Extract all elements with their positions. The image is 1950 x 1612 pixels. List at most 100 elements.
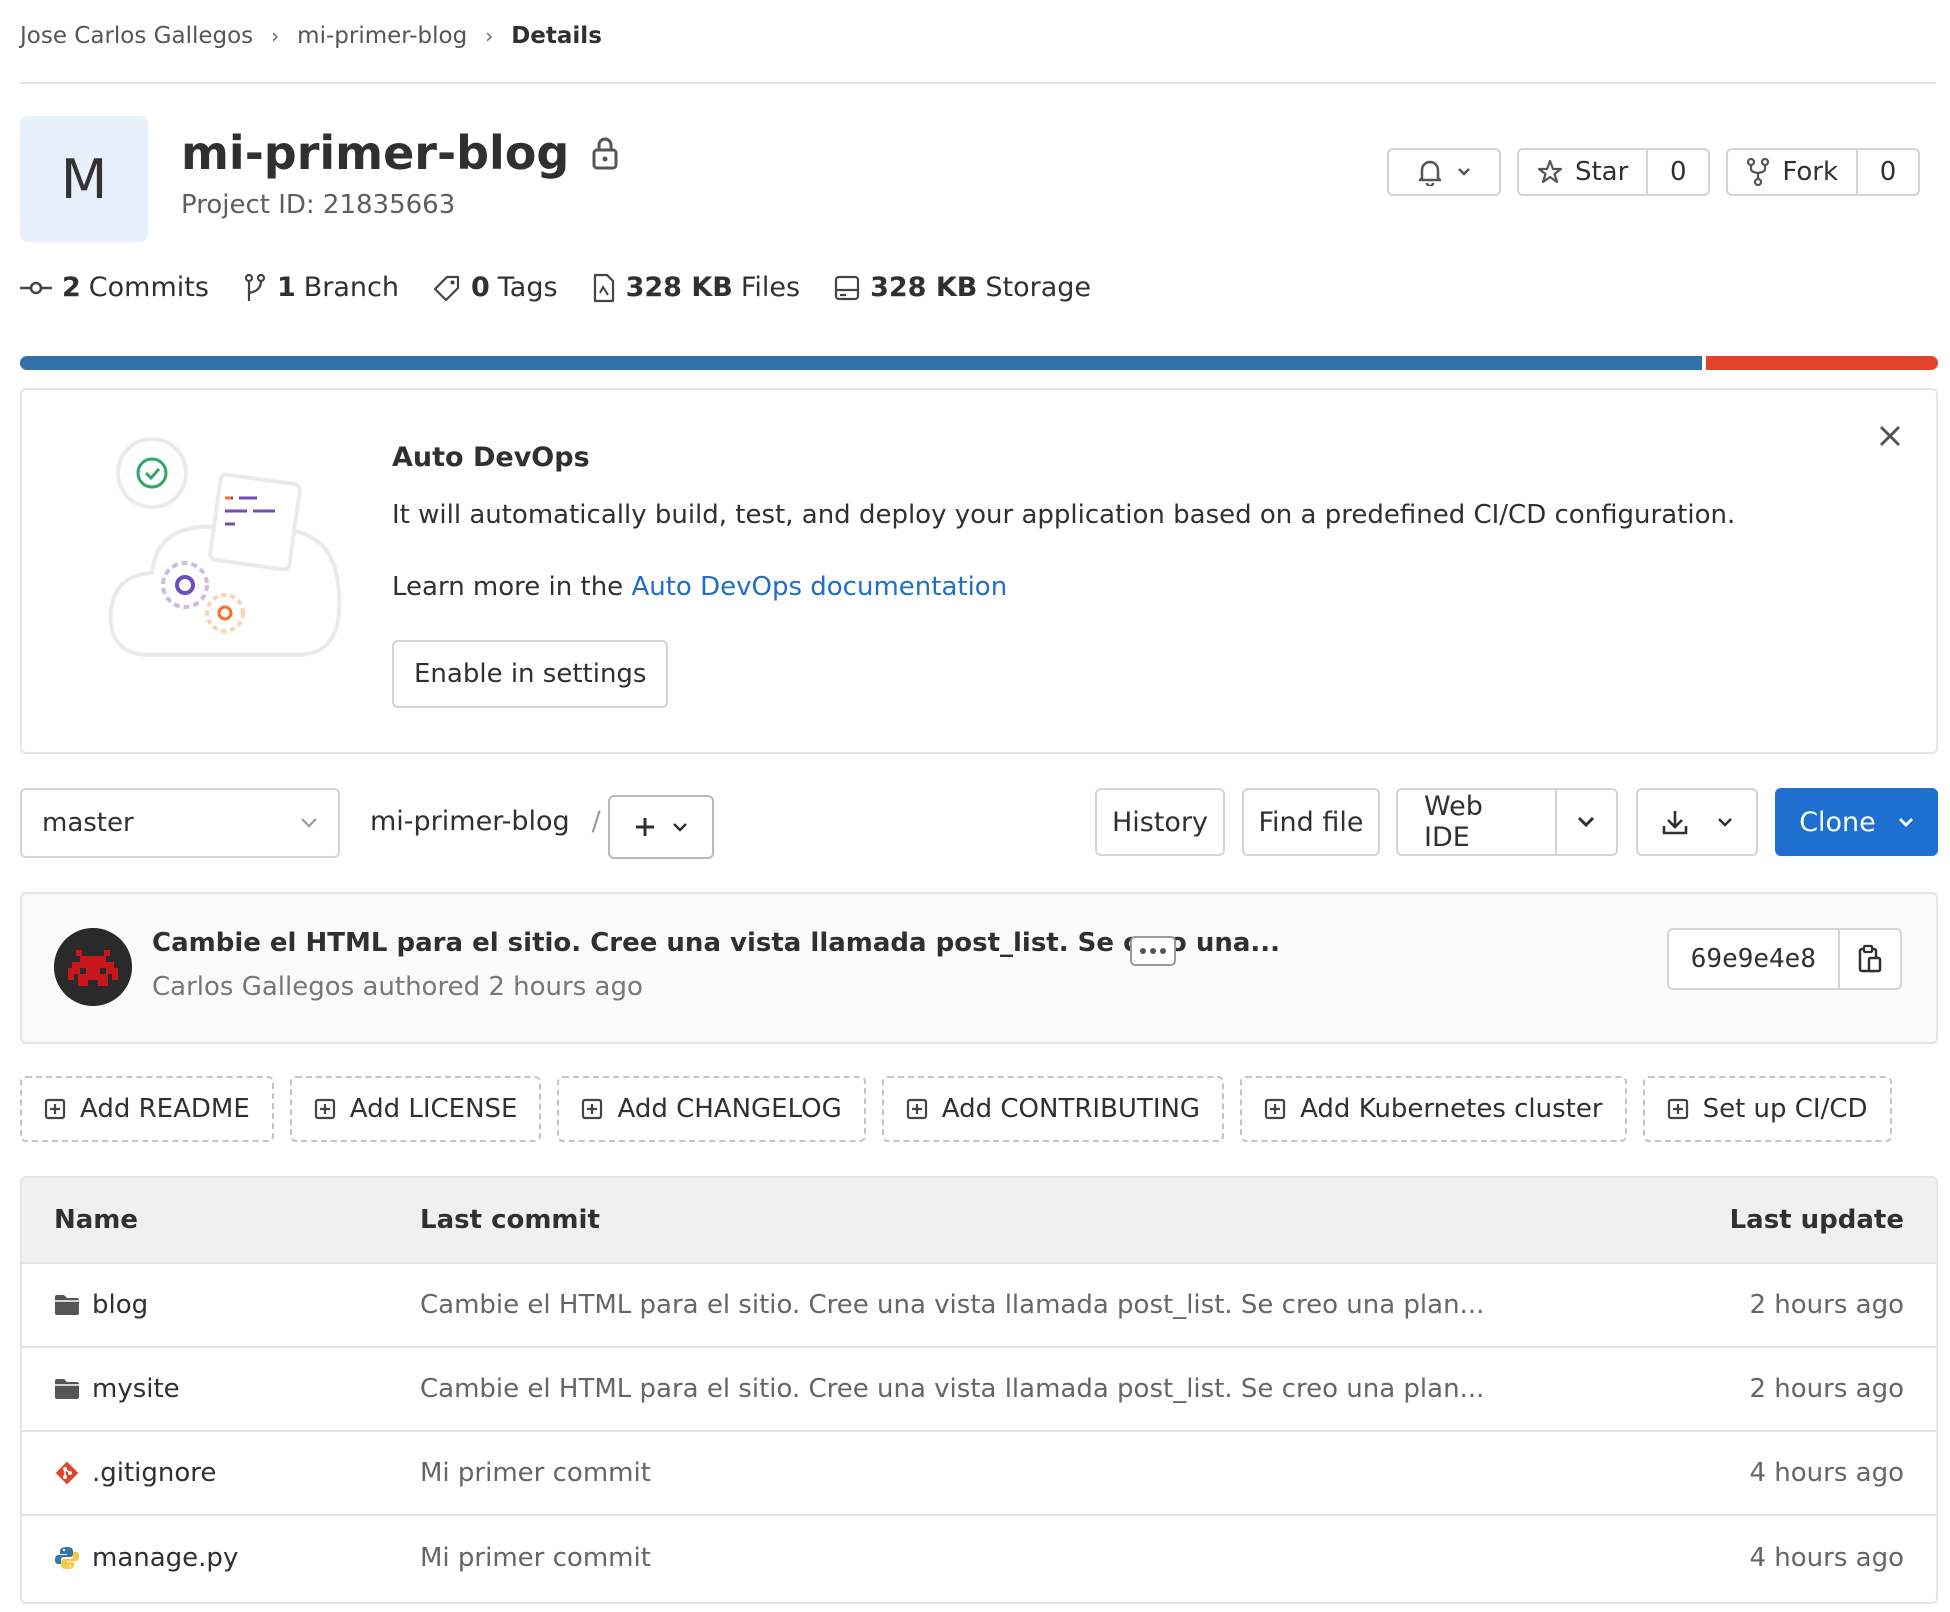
download-icon <box>1662 811 1688 835</box>
dot-icon <box>1140 948 1146 954</box>
quick-action-label: Add CONTRIBUTING <box>941 1094 1201 1124</box>
copy-sha-button[interactable] <box>1840 930 1900 988</box>
clone-label: Clone <box>1799 806 1876 838</box>
add-kubernetes-cluster-button[interactable]: Add Kubernetes cluster <box>1240 1076 1627 1142</box>
file-name: .gitignore <box>92 1458 217 1488</box>
file-name-cell[interactable]: .gitignore <box>22 1458 420 1488</box>
quick-actions: Add README Add LICENSE Add CHANGELOG Add… <box>20 1076 1892 1142</box>
file-last-commit[interactable]: Cambie el HTML para el sitio. Cree una v… <box>420 1290 1636 1320</box>
divider <box>20 82 1936 84</box>
commit-sha[interactable]: 69e9e4e8 <box>1669 930 1840 988</box>
bell-icon <box>1418 160 1442 186</box>
file-name: blog <box>92 1290 149 1320</box>
auto-devops-title: Auto DevOps <box>392 442 590 473</box>
fork-icon <box>1747 158 1770 186</box>
file-name-cell[interactable]: blog <box>22 1290 420 1320</box>
stat-storage-label: Storage <box>985 272 1091 303</box>
chevron-down-icon <box>301 818 317 828</box>
fork-button[interactable]: Fork <box>1728 150 1856 194</box>
enable-in-settings-button[interactable]: Enable in settings <box>392 640 669 708</box>
dot-icon <box>1160 948 1166 954</box>
file-last-commit[interactable]: Cambie el HTML para el sitio. Cree una v… <box>420 1374 1636 1404</box>
table-row[interactable]: mysite Cambie el HTML para el sitio. Cre… <box>22 1348 1936 1432</box>
plus-square-icon <box>1264 1098 1286 1120</box>
file-last-update: 4 hours ago <box>1749 1458 1904 1488</box>
author-avatar[interactable] <box>54 928 132 1006</box>
web-ide-button[interactable]: Web IDE <box>1398 790 1557 854</box>
folder-icon <box>55 1379 79 1399</box>
breadcrumb-item-user[interactable]: Jose Carlos Gallegos <box>20 23 253 49</box>
stat-branches[interactable]: 1 Branch <box>243 272 399 303</box>
find-file-button[interactable]: Find file <box>1242 788 1380 856</box>
stat-commits[interactable]: 2 Commits <box>20 272 209 303</box>
file-last-commit[interactable]: Mi primer commit <box>420 1458 1636 1488</box>
file-name: mysite <box>92 1374 180 1404</box>
quick-action-label: Add Kubernetes cluster <box>1300 1094 1603 1124</box>
file-last-commit[interactable]: Mi primer commit <box>420 1543 1636 1573</box>
stat-files[interactable]: 328 KB Files <box>592 272 800 303</box>
path-separator: / <box>591 806 601 837</box>
table-row[interactable]: manage.py Mi primer commit 4 hours ago <box>22 1516 1936 1600</box>
auto-devops-learn-more: Learn more in the Auto DevOps documentat… <box>392 572 1007 602</box>
file-icon <box>593 273 614 302</box>
branch-select-value: master <box>42 808 134 838</box>
chevron-right-icon: › <box>271 24 280 48</box>
learn-more-prefix: Learn more in the <box>392 572 632 602</box>
repo-path-root[interactable]: mi-primer-blog <box>370 806 570 837</box>
close-icon[interactable] <box>1876 422 1904 450</box>
quick-action-label: Add LICENSE <box>349 1094 518 1124</box>
stat-storage-count: 328 KB <box>870 272 978 303</box>
chevron-down-icon <box>673 823 687 832</box>
breadcrumb-current[interactable]: Details <box>511 23 602 49</box>
commit-sha-group: 69e9e4e8 <box>1666 928 1902 990</box>
tag-icon <box>433 275 460 301</box>
storage-icon <box>834 275 860 300</box>
auto-devops-docs-link[interactable]: Auto DevOps documentation <box>631 572 1007 602</box>
clone-dropdown[interactable]: Clone <box>1775 788 1938 856</box>
history-button[interactable]: History <box>1095 788 1225 856</box>
file-last-update: 2 hours ago <box>1749 1374 1904 1404</box>
branch-select[interactable]: master <box>20 788 340 858</box>
notification-dropdown[interactable] <box>1386 148 1501 196</box>
web-ide-dropdown[interactable] <box>1557 790 1616 854</box>
project-stats: 2 Commits 1 Branch 0 Tags 328 KB Files 3… <box>20 272 1125 303</box>
star-button-group: Star 0 <box>1516 148 1711 196</box>
stat-tags[interactable]: 0 Tags <box>433 272 558 303</box>
table-row[interactable]: .gitignore Mi primer commit 4 hours ago <box>22 1432 1936 1516</box>
plus-square-icon <box>1667 1098 1688 1120</box>
commit-title[interactable]: Cambie el HTML para el sitio. Cree una v… <box>152 928 1280 958</box>
file-name-cell[interactable]: mysite <box>22 1374 420 1404</box>
add-to-tree-dropdown[interactable] <box>608 795 714 859</box>
plus-icon <box>636 818 654 836</box>
star-count[interactable]: 0 <box>1646 150 1708 194</box>
stat-branches-count: 1 <box>276 272 296 303</box>
header-actions: Star 0 Fork 0 <box>1386 148 1920 196</box>
stat-files-count: 328 KB <box>625 272 733 303</box>
project-page: Jose Carlos Gallegos › mi-primer-blog › … <box>0 0 1950 1612</box>
set-up-ci-cd-button[interactable]: Set up CI/CD <box>1642 1076 1892 1142</box>
add-license-button[interactable]: Add LICENSE <box>289 1076 542 1142</box>
breadcrumb-item-project[interactable]: mi-primer-blog <box>297 23 467 49</box>
add-changelog-button[interactable]: Add CHANGELOG <box>557 1076 866 1142</box>
python-icon <box>55 1547 79 1569</box>
download-dropdown[interactable] <box>1636 788 1758 856</box>
storage-usage-bar <box>20 356 1938 370</box>
add-readme-button[interactable]: Add README <box>20 1076 274 1142</box>
header-name: Name <box>54 1205 139 1235</box>
file-name-cell[interactable]: manage.py <box>22 1543 420 1573</box>
commit-icon <box>20 281 52 294</box>
file-last-update: 4 hours ago <box>1749 1543 1904 1573</box>
star-button[interactable]: Star <box>1519 150 1646 194</box>
header-last-update: Last update <box>1729 1205 1904 1235</box>
commit-expand-button[interactable] <box>1130 936 1176 966</box>
add-contributing-button[interactable]: Add CONTRIBUTING <box>881 1076 1225 1142</box>
storage-bar-segment-repository <box>20 356 1703 370</box>
stat-commits-label: Commits <box>88 272 209 303</box>
table-row[interactable]: blog Cambie el HTML para el sitio. Cree … <box>22 1264 1936 1348</box>
breadcrumb: Jose Carlos Gallegos › mi-primer-blog › … <box>20 20 602 52</box>
stat-storage[interactable]: 328 KB Storage <box>834 272 1091 303</box>
plus-square-icon <box>314 1098 335 1120</box>
star-label: Star <box>1574 157 1629 187</box>
quick-action-label: Add CHANGELOG <box>617 1094 842 1124</box>
fork-count[interactable]: 0 <box>1856 150 1918 194</box>
